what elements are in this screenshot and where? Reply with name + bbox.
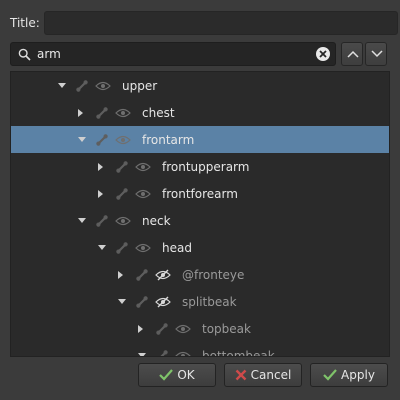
clear-search-button[interactable] [316,47,330,61]
bone-icon[interactable] [135,261,149,288]
close-icon [319,50,327,58]
tree-row-label: neck [142,213,171,228]
tree-row[interactable]: frontupperarm [11,153,389,180]
search-icon [18,48,31,61]
tree-row-label: frontupperarm [162,159,250,174]
bone-icon[interactable] [115,234,129,261]
tree-row[interactable]: @fronteye [11,261,389,288]
expand-arrow-right-icon[interactable] [78,99,84,126]
tree-row-label: frontforearm [162,186,238,201]
search-row [10,42,390,66]
bone-icon[interactable] [155,315,169,342]
skeleton-tree[interactable]: upper chest frontarm frontupperarm frontfore… [10,71,390,357]
title-label: Title: [10,16,40,30]
eye-icon[interactable] [175,342,191,356]
cancel-icon [235,369,247,381]
bone-icon[interactable] [155,342,169,356]
search-box[interactable] [10,42,336,66]
previous-match-button[interactable] [341,42,363,66]
tree-row[interactable]: frontforearm [11,180,389,207]
search-input[interactable] [37,45,307,63]
eye-icon[interactable] [175,315,191,342]
cancel-button[interactable]: Cancel [224,363,302,387]
eye-icon[interactable] [95,72,111,99]
tree-row-label: upper [122,78,158,93]
tree-row[interactable]: head [11,234,389,261]
tree-row-label: chest [142,105,175,120]
next-match-button[interactable] [365,42,387,66]
eye-icon[interactable] [135,153,151,180]
ok-label: OK [177,368,195,382]
eye-crossed-icon[interactable] [155,288,171,315]
bone-icon[interactable] [115,153,129,180]
bone-icon[interactable] [135,288,149,315]
expand-arrow-down-icon[interactable] [78,126,86,153]
eye-crossed-icon[interactable] [155,261,171,288]
bone-icon[interactable] [115,180,129,207]
apply-label: Apply [341,368,375,382]
expand-arrow-right-icon[interactable] [118,261,124,288]
title-row: Title: [10,11,398,35]
title-input[interactable] [44,11,398,35]
expand-arrow-right-icon[interactable] [98,180,104,207]
apply-button[interactable]: Apply [310,363,388,387]
tree-row-label: splitbeak [182,294,237,309]
expand-arrow-right-icon[interactable] [98,153,104,180]
bone-icon[interactable] [75,72,89,99]
tree-row-label: head [162,240,192,255]
ok-icon [159,369,174,381]
apply-icon [323,369,337,381]
tree-row-label: frontarm [142,132,195,147]
expand-arrow-down-icon[interactable] [58,72,66,99]
chevron-up-icon [347,50,359,58]
bone-icon[interactable] [95,99,109,126]
tree-row[interactable]: neck [11,207,389,234]
tree-row[interactable]: upper [11,72,389,99]
eye-icon[interactable] [115,126,131,153]
eye-icon[interactable] [135,180,151,207]
bone-icon[interactable] [95,207,109,234]
eye-icon[interactable] [115,99,131,126]
tree-row[interactable]: frontarm [11,126,389,153]
expand-arrow-down-icon[interactable] [98,234,106,261]
chevron-down-icon [371,50,383,58]
tree-row[interactable]: splitbeak [11,288,389,315]
tree-row[interactable]: bottombeak [11,342,389,357]
tree-row-label: @fronteye [182,267,245,282]
tree-row-label: bottombeak [202,348,275,357]
tree-row-label: topbeak [202,321,251,336]
bone-icon[interactable] [95,126,109,153]
tree-row[interactable]: topbeak [11,315,389,342]
eye-icon[interactable] [115,207,131,234]
expand-arrow-down-icon[interactable] [138,342,146,356]
ok-button[interactable]: OK [138,363,216,387]
tree-row[interactable]: chest [11,99,389,126]
expand-arrow-right-icon[interactable] [138,315,144,342]
expand-arrow-down-icon[interactable] [78,207,86,234]
expand-arrow-down-icon[interactable] [118,288,126,315]
cancel-label: Cancel [250,368,292,382]
eye-icon[interactable] [135,234,151,261]
